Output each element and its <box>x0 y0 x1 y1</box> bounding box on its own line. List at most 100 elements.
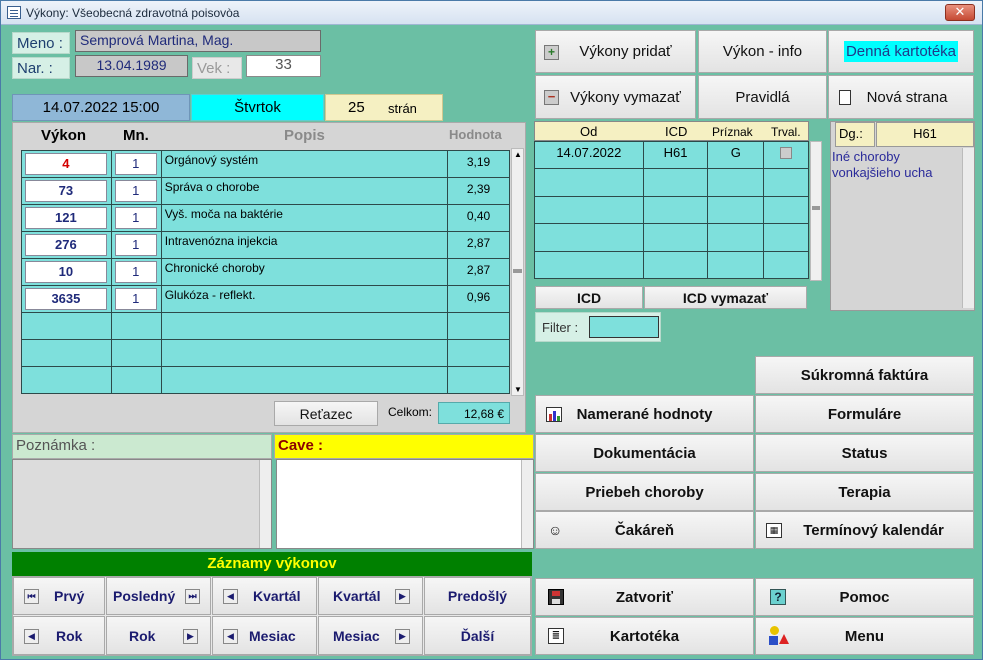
close-window-button[interactable]: ✕ <box>945 4 975 21</box>
close-button[interactable]: Zatvoriť <box>535 578 754 616</box>
table-row[interactable]: 276 1 Intravenózna injekcia 2,87 <box>21 231 510 259</box>
app-icon <box>7 6 21 19</box>
quantity-input[interactable]: 1 <box>114 207 157 229</box>
year-prev-button[interactable]: ◀ Rok <box>13 616 105 655</box>
cell-desc: Glukóza - reflekt. <box>160 285 449 313</box>
waiting-room-button[interactable]: ☺ Čakáreň <box>535 511 754 549</box>
cell-qty: 1 <box>110 258 162 286</box>
cell-qty <box>110 366 162 394</box>
service-code-input[interactable]: 276 <box>25 234 107 256</box>
birth-date-field[interactable]: 13.04.1989 <box>75 55 188 77</box>
previous-button[interactable]: Predošlý <box>424 577 531 615</box>
scroll-down-icon[interactable]: ▼ <box>514 385 522 394</box>
cell-qty <box>110 312 162 340</box>
filter-input[interactable] <box>589 316 659 338</box>
quantity-input[interactable]: 1 <box>114 288 157 310</box>
icd-scroll-thumb[interactable] <box>812 206 820 210</box>
cell-code: 4 <box>21 150 112 178</box>
month-prev-button[interactable]: ◀ Mesiac <box>212 616 317 655</box>
status-button[interactable]: Status <box>755 434 974 472</box>
pages-display: 25 strán <box>325 94 443 121</box>
age-field[interactable]: 33 <box>246 55 321 77</box>
table-row[interactable] <box>21 339 510 367</box>
calendar-button[interactable]: ▦ Termínový kalendár <box>755 511 974 549</box>
table-row[interactable] <box>21 312 510 340</box>
table-row[interactable]: 3635 1 Glukóza - reflekt. 0,96 <box>21 285 510 313</box>
icd-button[interactable]: ICD <box>535 286 643 309</box>
next-button[interactable]: Ďalší <box>424 616 531 655</box>
cave-textarea[interactable] <box>276 459 534 549</box>
last-record-button[interactable]: Posledný ⏭ <box>106 577 211 615</box>
cardfile-label: Kartotéka <box>609 627 680 645</box>
menu-button[interactable]: Menu <box>755 617 974 655</box>
header-popis: Popis <box>284 127 325 144</box>
services-scrollbar[interactable]: ▲ ▼ <box>511 148 524 396</box>
cell-qty <box>110 339 162 367</box>
add-services-button[interactable]: + Výkony pridať <box>535 30 696 73</box>
name-field[interactable]: Semprová Martina, Mag. <box>75 30 321 52</box>
measured-values-button[interactable]: Namerané hodnoty <box>535 395 754 433</box>
retazec-button[interactable]: Reťazec <box>274 401 378 426</box>
therapy-button[interactable]: Terapia <box>755 473 974 511</box>
service-code-input[interactable]: 10 <box>25 261 107 283</box>
table-row[interactable]: 121 1 Vyš. moča na baktérie 0,40 <box>21 204 510 232</box>
icd-row[interactable] <box>534 223 809 252</box>
service-info-button[interactable]: Výkon - info <box>698 30 827 73</box>
permanent-checkbox[interactable] <box>780 147 793 159</box>
year-next-button[interactable]: Rok ▶ <box>106 616 211 655</box>
service-description: Vyš. moča na baktérie <box>164 207 283 221</box>
poznamka-textarea[interactable] <box>12 459 272 549</box>
cell-code <box>21 339 112 367</box>
rules-button[interactable]: Pravidlá <box>698 75 827 119</box>
remove-services-button[interactable]: − Výkony vymazať <box>535 75 696 119</box>
service-code-input[interactable]: 3635 <box>25 288 107 310</box>
cave-scrollbar[interactable] <box>521 460 533 548</box>
quantity-input[interactable]: 1 <box>114 180 157 202</box>
header-mn: Mn. <box>123 127 149 144</box>
help-button[interactable]: ? Pomoc <box>755 578 974 616</box>
cardfile-icon: ≣ <box>548 628 564 644</box>
cell-code: 10 <box>21 258 112 286</box>
service-value: 3,19 <box>466 155 491 169</box>
table-row[interactable]: 10 1 Chronické choroby 2,87 <box>21 258 510 286</box>
icd-row[interactable]: 14.07.2022 H61 G <box>534 140 809 170</box>
icd-row[interactable] <box>534 250 809 280</box>
table-row[interactable]: 4 1 Orgánový systém 3,19 <box>21 150 510 178</box>
icd-row[interactable] <box>534 195 809 225</box>
documentation-button[interactable]: Dokumentácia <box>535 434 754 472</box>
icd-cell-priznak <box>707 250 765 280</box>
icd-row[interactable] <box>534 168 809 197</box>
disease-course-button[interactable]: Priebeh choroby <box>535 473 754 511</box>
scroll-up-icon[interactable]: ▲ <box>514 150 522 159</box>
daily-card-button[interactable]: Denná kartotéka <box>828 30 974 73</box>
service-code-input[interactable]: 4 <box>25 153 107 175</box>
table-row[interactable] <box>21 366 510 394</box>
service-description: Chronické choroby <box>164 261 265 275</box>
dg-scrollbar[interactable] <box>962 148 974 308</box>
service-code-input[interactable]: 121 <box>25 207 107 229</box>
icd-cell-priznak <box>707 168 765 197</box>
poznamka-scrollbar[interactable] <box>259 460 271 548</box>
close-icon: ✕ <box>954 4 966 19</box>
month-next-button[interactable]: Mesiac ▶ <box>318 616 423 655</box>
table-row[interactable]: 73 1 Správa o chorobe 2,39 <box>21 177 510 205</box>
icd-cell-od <box>534 195 644 225</box>
cardfile-button[interactable]: ≣ Kartotéka <box>535 617 754 655</box>
service-value: 0,40 <box>466 209 491 223</box>
menu-label: Menu <box>844 627 885 645</box>
private-invoice-button[interactable]: Súkromná faktúra <box>755 356 974 394</box>
icd-scrollbar[interactable] <box>810 141 822 281</box>
forms-button[interactable]: Formuláre <box>755 395 974 433</box>
quarter-next-button[interactable]: Kvartál ▶ <box>318 577 423 615</box>
icd-delete-button[interactable]: ICD vymazať <box>644 286 807 309</box>
new-page-button[interactable]: Nová strana <box>828 75 974 119</box>
quantity-input[interactable]: 1 <box>114 261 157 283</box>
service-code-input[interactable]: 73 <box>25 180 107 202</box>
next-icon: ▶ <box>395 629 410 644</box>
services-scroll-thumb[interactable] <box>513 269 522 273</box>
quarter-prev-button[interactable]: ◀ Kvartál <box>212 577 317 615</box>
first-record-button[interactable]: ⏮ Prvý <box>13 577 105 615</box>
daily-card-label: Denná kartotéka <box>843 41 959 62</box>
quantity-input[interactable]: 1 <box>114 234 157 256</box>
quantity-input[interactable]: 1 <box>114 153 157 175</box>
